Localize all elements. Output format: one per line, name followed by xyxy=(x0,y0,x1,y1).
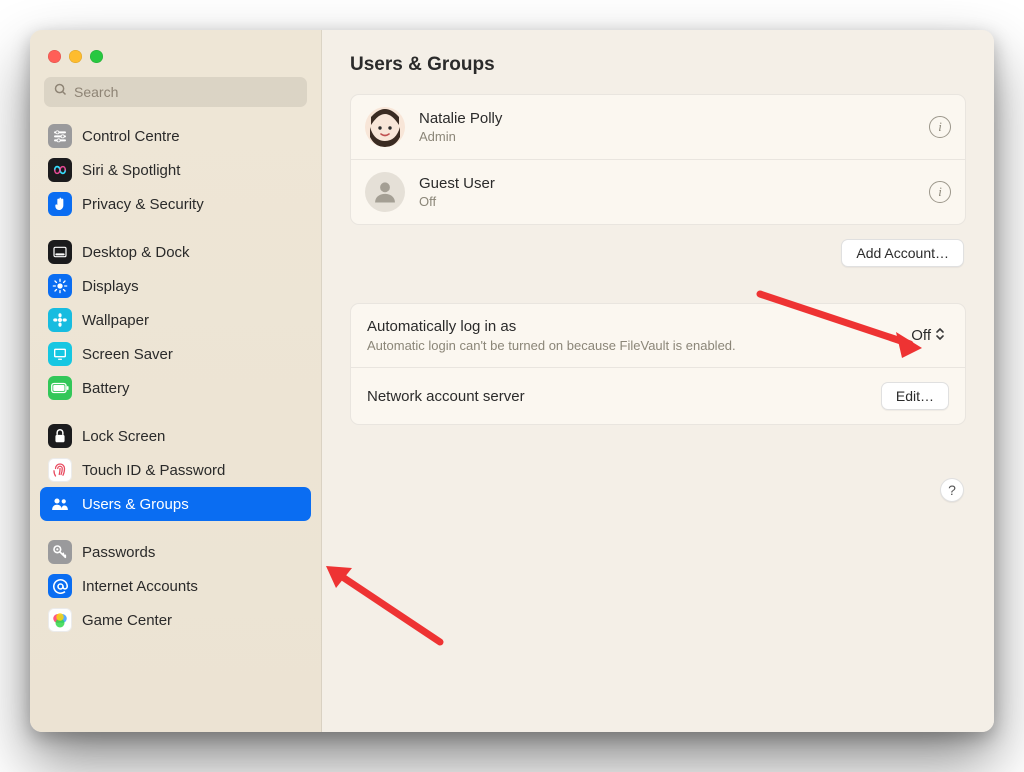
key-icon xyxy=(48,540,72,564)
sidebar-item-touch-id[interactable]: Touch ID & Password xyxy=(40,453,311,487)
gamecenter-icon xyxy=(48,608,72,632)
sidebar-item-lock-screen[interactable]: Lock Screen xyxy=(40,419,311,453)
auto-login-title: Automatically log in as xyxy=(367,318,907,335)
sidebar-item-label: Lock Screen xyxy=(82,428,165,445)
network-server-title: Network account server xyxy=(367,388,881,405)
avatar xyxy=(365,172,405,212)
settings-window: Control Centre Siri & Spotlight Privacy & … xyxy=(30,30,994,732)
people-icon xyxy=(48,492,72,516)
help-button[interactable]: ? xyxy=(940,478,964,502)
sidebar-item-displays[interactable]: Displays xyxy=(40,269,311,303)
battery-icon xyxy=(48,376,72,400)
auto-login-value: Off xyxy=(911,327,931,344)
login-settings: Automatically log in as Automatic login … xyxy=(350,303,966,425)
search-icon xyxy=(53,82,68,102)
sidebar-item-label: Passwords xyxy=(82,544,155,561)
search-field[interactable] xyxy=(44,77,307,107)
zoom-window-button[interactable] xyxy=(90,50,103,63)
lock-icon xyxy=(48,424,72,448)
sidebar-item-label: Screen Saver xyxy=(82,346,173,363)
at-icon xyxy=(48,574,72,598)
sidebar-item-label: Control Centre xyxy=(82,128,180,145)
user-role: Off xyxy=(419,194,915,209)
sidebar-item-label: Touch ID & Password xyxy=(82,462,225,479)
search-input[interactable] xyxy=(74,84,298,100)
dock-icon xyxy=(48,240,72,264)
sidebar-item-label: Users & Groups xyxy=(82,496,189,513)
chevron-updown-icon xyxy=(935,327,945,345)
user-row-guest[interactable]: Guest User Off i xyxy=(351,159,965,224)
sidebar-item-screen-saver[interactable]: Screen Saver xyxy=(40,337,311,371)
sun-icon xyxy=(48,274,72,298)
sidebar-item-privacy-security[interactable]: Privacy & Security xyxy=(40,187,311,221)
page-title: Users & Groups xyxy=(350,54,966,76)
sidebar-item-battery[interactable]: Battery xyxy=(40,371,311,405)
user-info: Natalie Polly Admin xyxy=(419,110,915,144)
screensaver-icon xyxy=(48,342,72,366)
user-role: Admin xyxy=(419,129,915,144)
siri-icon xyxy=(48,158,72,182)
network-server-edit-button[interactable]: Edit… xyxy=(881,382,949,410)
fingerprint-icon xyxy=(48,458,72,482)
sidebar: Control Centre Siri & Spotlight Privacy & … xyxy=(30,30,322,732)
sidebar-item-label: Siri & Spotlight xyxy=(82,162,180,179)
sidebar-item-game-center[interactable]: Game Center xyxy=(40,603,311,637)
sidebar-item-label: Displays xyxy=(82,278,139,295)
info-icon[interactable]: i xyxy=(929,116,951,138)
sidebar-item-control-centre[interactable]: Control Centre xyxy=(40,119,311,153)
user-name: Guest User xyxy=(419,175,915,192)
auto-login-row: Automatically log in as Automatic login … xyxy=(351,304,965,367)
sidebar-item-label: Battery xyxy=(82,380,130,397)
sidebar-item-label: Privacy & Security xyxy=(82,196,204,213)
user-name: Natalie Polly xyxy=(419,110,915,127)
sidebar-item-label: Game Center xyxy=(82,612,172,629)
network-server-row: Network account server Edit… xyxy=(351,367,965,424)
auto-login-popup[interactable]: Off xyxy=(907,325,949,347)
hand-icon xyxy=(48,192,72,216)
window-controls xyxy=(30,44,321,77)
close-window-button[interactable] xyxy=(48,50,61,63)
sidebar-item-label: Desktop & Dock xyxy=(82,244,190,261)
users-list: Natalie Polly Admin i Guest User Off i xyxy=(350,94,966,225)
sidebar-list: Control Centre Siri & Spotlight Privacy & … xyxy=(30,119,321,732)
avatar xyxy=(365,107,405,147)
user-info: Guest User Off xyxy=(419,175,915,209)
sidebar-item-passwords[interactable]: Passwords xyxy=(40,535,311,569)
minimize-window-button[interactable] xyxy=(69,50,82,63)
sliders-icon xyxy=(48,124,72,148)
user-row-natalie[interactable]: Natalie Polly Admin i xyxy=(351,95,965,159)
sidebar-item-users-groups[interactable]: Users & Groups xyxy=(40,487,311,521)
auto-login-subtitle: Automatic login can't be turned on becau… xyxy=(367,338,907,353)
flower-icon xyxy=(48,308,72,332)
add-account-button[interactable]: Add Account… xyxy=(841,239,964,267)
sidebar-item-desktop-dock[interactable]: Desktop & Dock xyxy=(40,235,311,269)
sidebar-item-wallpaper[interactable]: Wallpaper xyxy=(40,303,311,337)
main-content: Users & Groups xyxy=(322,30,994,732)
sidebar-item-label: Wallpaper xyxy=(82,312,149,329)
info-icon[interactable]: i xyxy=(929,181,951,203)
sidebar-item-label: Internet Accounts xyxy=(82,578,198,595)
sidebar-item-siri-spotlight[interactable]: Siri & Spotlight xyxy=(40,153,311,187)
sidebar-item-internet-accounts[interactable]: Internet Accounts xyxy=(40,569,311,603)
